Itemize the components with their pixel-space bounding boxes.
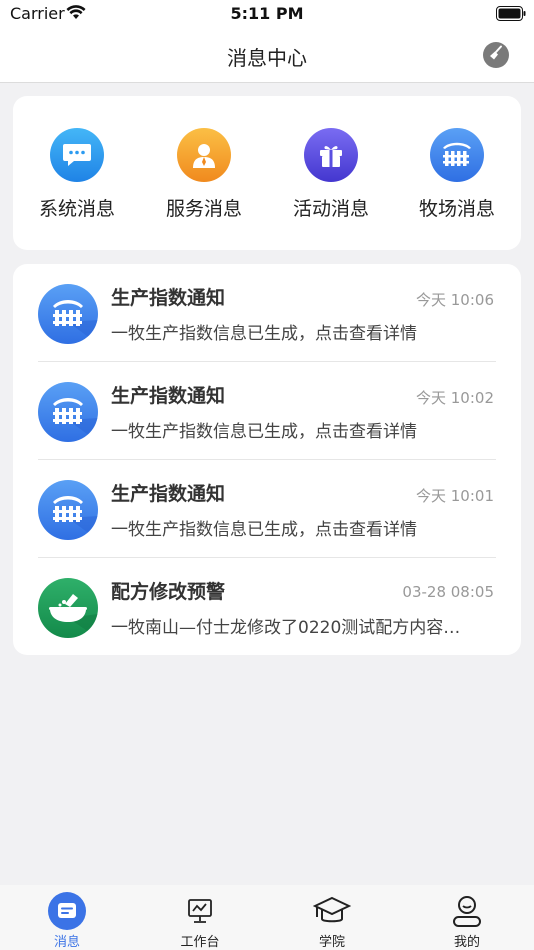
gift-icon [304,128,358,182]
status-time: 5:11 PM [230,4,304,23]
nav-bar: 消息中心 [0,28,534,83]
message-preview: 一牧生产指数信息已生成，点击查看详情 [111,324,417,344]
service-person-icon [177,128,231,182]
status-bar: Carrier 5:11 PM [0,0,534,28]
page-title: 消息中心 [227,46,307,70]
category-label: 系统消息 [38,198,115,220]
message-title: 生产指数通知 [111,483,226,505]
message-row[interactable]: 生产指数通知 今天 10:06 一牧生产指数信息已生成，点击查看详情 [13,264,521,362]
category-activity-messages[interactable]: 活动消息 [276,128,386,221]
message-title: 配方修改预警 [111,581,226,603]
tab-label: 学院 [318,935,345,950]
message-icon [47,891,87,931]
message-list: 生产指数通知 今天 10:06 一牧生产指数信息已生成，点击查看详情 生产指数通… [13,264,521,655]
ranch-fence-icon [38,284,98,344]
category-label: 服务消息 [165,198,242,220]
message-time: 今天 10:01 [416,487,494,505]
tab-label: 工作台 [180,935,220,950]
ranch-fence-icon [430,128,484,182]
category-system-messages[interactable]: 系统消息 [22,128,132,221]
message-title: 生产指数通知 [111,385,226,407]
tab-workbench[interactable]: 工作台 [145,885,255,950]
tab-academy[interactable]: 学院 [277,885,387,950]
message-row[interactable]: 配方修改预警 03-28 08:05 一牧南山—付士龙修改了0220测试配方内容… [13,558,521,655]
tab-mine[interactable]: 我的 [412,885,522,950]
broom-icon [488,45,504,65]
message-title: 生产指数通知 [111,287,226,309]
user-icon [447,891,487,931]
message-preview: 一牧生产指数信息已生成，点击查看详情 [111,520,417,540]
tab-bar: 消息 工作台 学院 我的 [0,885,534,950]
category-service-messages[interactable]: 服务消息 [149,128,259,221]
message-row[interactable]: 生产指数通知 今天 10:01 一牧生产指数信息已生成，点击查看详情 [13,460,521,558]
message-time: 今天 10:02 [416,389,494,407]
chat-bubble-icon [50,128,104,182]
battery-icon [496,6,526,25]
message-category-panel: 系统消息 服务消息 活动消息 牧场消息 [13,96,521,250]
tab-messages[interactable]: 消息 [12,885,122,950]
category-label: 活动消息 [292,198,369,220]
message-preview: 一牧生产指数信息已生成，点击查看详情 [111,422,417,442]
tab-label: 我的 [453,935,480,950]
category-ranch-messages[interactable]: 牧场消息 [402,128,512,221]
category-label: 牧场消息 [418,198,495,220]
feed-bowl-icon [38,578,98,638]
message-time: 03-28 08:05 [402,583,494,601]
message-preview: 一牧南山—付士龙修改了0220测试配方内容… [111,618,461,638]
message-row[interactable]: 生产指数通知 今天 10:02 一牧生产指数信息已生成，点击查看详情 [13,362,521,460]
ranch-fence-icon [38,382,98,442]
monitor-chart-icon [180,891,220,931]
tab-label: 消息 [53,935,80,950]
message-time: 今天 10:06 [416,291,494,309]
graduation-cap-icon [312,891,352,931]
clear-messages-button[interactable] [483,42,509,68]
ranch-fence-icon [38,480,98,540]
